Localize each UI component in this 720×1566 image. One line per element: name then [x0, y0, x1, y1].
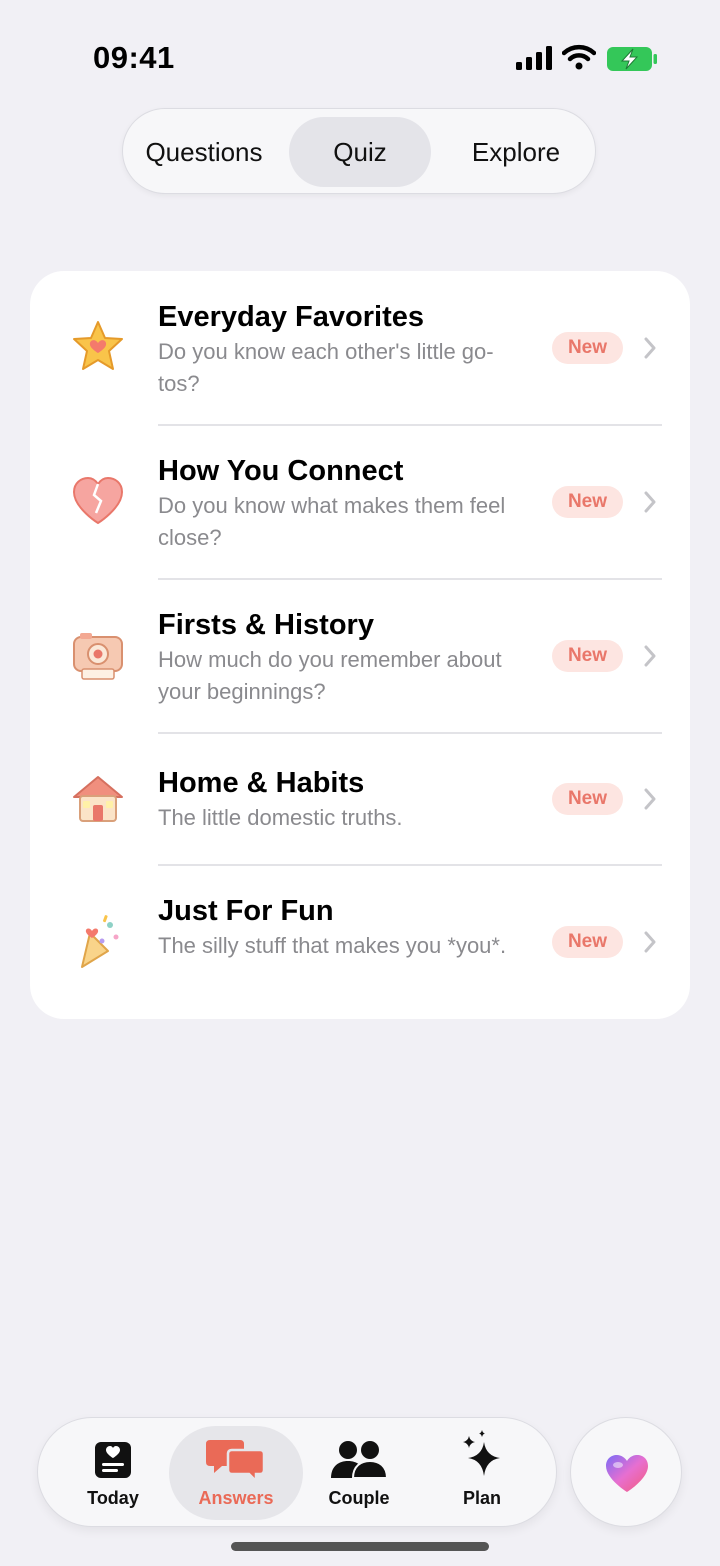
tab-answers[interactable]: Answers: [169, 1426, 303, 1520]
heart-icon: [72, 476, 124, 525]
chevron-right-icon: [644, 337, 656, 359]
new-badge: New: [552, 332, 623, 364]
chevron-right-icon: [644, 491, 656, 513]
segment-quiz[interactable]: Quiz: [289, 117, 431, 187]
chat-bubbles-icon: [206, 1440, 266, 1482]
quiz-subtitle: How much do you remember about your begi…: [158, 647, 502, 704]
tab-couple-label: Couple: [328, 1488, 390, 1508]
tab-answers-label: Answers: [198, 1488, 274, 1508]
tab-couple[interactable]: Couple: [292, 1426, 426, 1520]
segment-questions[interactable]: Questions: [129, 117, 279, 187]
quiz-subtitle: Do you know each other's little go-tos?: [158, 339, 494, 396]
tab-plan[interactable]: Plan: [415, 1426, 549, 1520]
home-indicator: [231, 1542, 489, 1551]
chevron-right-icon: [644, 788, 656, 810]
new-badge: New: [552, 486, 623, 518]
couple-icon: [331, 1441, 388, 1479]
chevron-right-icon: [644, 645, 656, 667]
tab-bar: Today Answers Couple Plan: [37, 1417, 557, 1527]
quiz-list: Everyday Favorites Do you know each othe…: [30, 271, 690, 1019]
battery-charging-icon: [607, 47, 657, 71]
heart-button[interactable]: [570, 1417, 682, 1527]
tab-plan-label: Plan: [462, 1488, 501, 1508]
quiz-title: Firsts & History: [158, 609, 374, 641]
status-time: 09:41: [93, 40, 175, 75]
quiz-title: Everyday Favorites: [158, 301, 424, 333]
camera-icon: [73, 633, 123, 680]
quiz-title: Home & Habits: [158, 767, 365, 799]
quiz-item-just-for-fun[interactable]: Just For Fun The silly stuff that makes …: [30, 865, 690, 1019]
cellular-signal-icon: [516, 46, 552, 70]
star-icon: [73, 321, 123, 370]
house-icon: [73, 776, 123, 822]
quiz-item-firsts-history[interactable]: Firsts & History How much do you remembe…: [30, 579, 690, 733]
tab-today-label: Today: [87, 1488, 139, 1508]
quiz-subtitle: The little domestic truths.: [158, 805, 403, 830]
chevron-right-icon: [644, 931, 656, 953]
quiz-item-home-habits[interactable]: Home & Habits The little domestic truths…: [30, 733, 690, 865]
new-badge: New: [552, 926, 623, 958]
status-bar: 09:41: [0, 0, 720, 110]
tab-today[interactable]: Today: [46, 1426, 180, 1520]
sparkles-icon: [463, 1430, 500, 1476]
segment-explore[interactable]: Explore: [441, 117, 591, 187]
quiz-title: How You Connect: [158, 455, 404, 487]
quiz-item-how-you-connect[interactable]: How You Connect Do you know what makes t…: [30, 425, 690, 579]
segmented-control: Questions Quiz Explore: [122, 108, 596, 194]
wifi-icon: [562, 44, 596, 70]
new-badge: New: [552, 783, 623, 815]
new-badge: New: [552, 640, 623, 672]
quiz-subtitle: The silly stuff that makes you *you*.: [158, 933, 507, 958]
quiz-subtitle: Do you know what makes them feel close?: [158, 493, 506, 550]
quiz-item-everyday-favorites[interactable]: Everyday Favorites Do you know each othe…: [30, 271, 690, 425]
party-popper-icon: [81, 915, 119, 968]
journal-heart-icon: [95, 1442, 131, 1478]
heart-icon: [606, 1455, 648, 1492]
quiz-title: Just For Fun: [158, 895, 334, 927]
